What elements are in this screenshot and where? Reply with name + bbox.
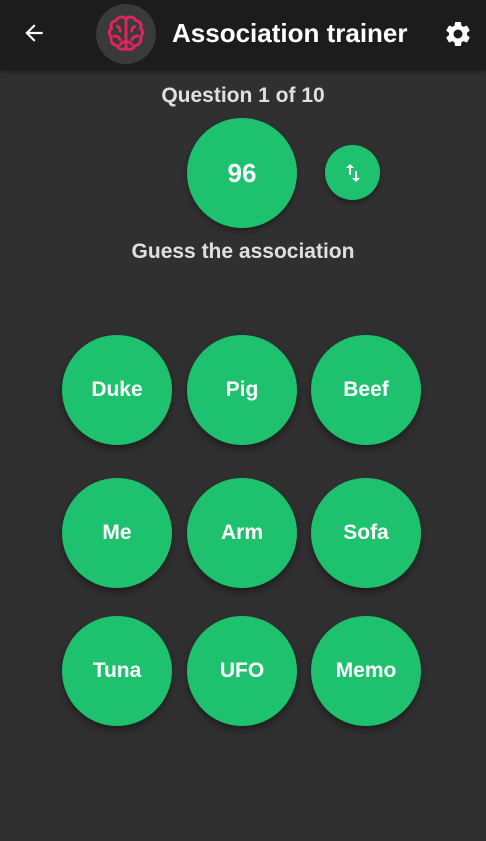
answer-label: Pig [225,378,259,401]
answer-label: UFO [219,659,265,682]
swap-button[interactable] [325,145,380,200]
back-button[interactable] [16,15,52,51]
answer-button[interactable]: Memo [311,616,421,726]
answer-label: Tuna [92,659,142,682]
answer-label: Me [102,521,132,544]
answer-label: Memo [335,659,397,682]
answer-label: Duke [91,378,143,401]
answer-button[interactable]: Arm [187,478,297,588]
brain-icon [108,15,144,51]
number-value: 96 [227,157,257,188]
question-counter: Question 1 of 10 [161,84,325,107]
answer-button[interactable]: Pig [187,335,297,445]
swap-vertical-icon [345,163,360,182]
prompt-text: Guess the association [131,240,355,263]
answer-label: Arm [220,521,263,544]
app-logo [96,4,156,64]
app-bar: Association trainer [0,0,486,70]
number-display: 96 [187,118,297,228]
answer-label: Beef [343,378,389,401]
answer-label: Sofa [343,521,389,544]
answer-button[interactable]: Sofa [311,478,421,588]
answer-button[interactable]: Beef [311,335,421,445]
settings-button[interactable] [440,16,476,52]
answer-button[interactable]: Tuna [62,616,172,726]
app-title: Association trainer [172,18,408,48]
answer-button[interactable]: Duke [62,335,172,445]
gear-icon [446,21,470,46]
arrow-left-icon [25,24,43,42]
answer-button[interactable]: Me [62,478,172,588]
answer-button[interactable]: UFO [187,616,297,726]
